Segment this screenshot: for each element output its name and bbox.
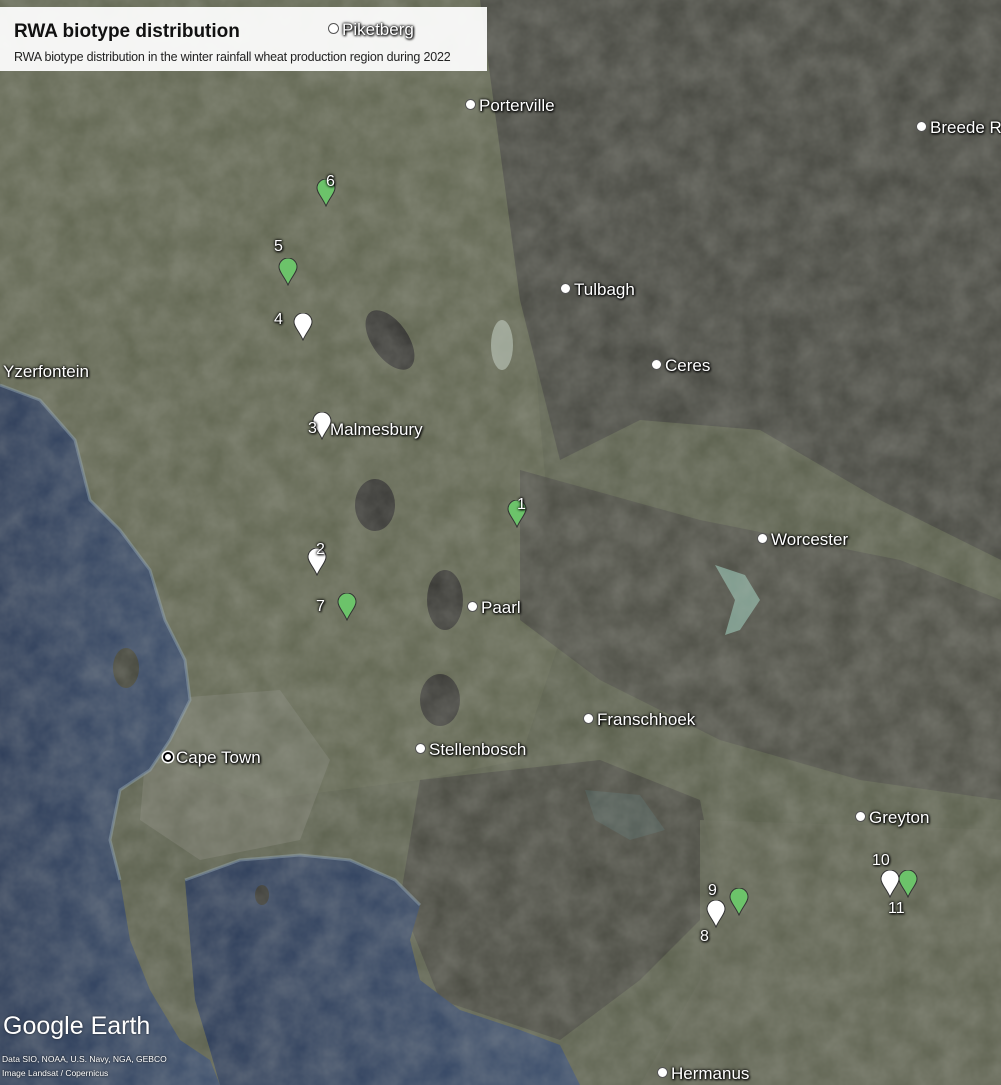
place-porterville[interactable]: Porterville bbox=[465, 96, 555, 116]
place-dot-icon bbox=[328, 23, 339, 34]
place-yzerfontein[interactable]: Yzerfontein bbox=[3, 362, 89, 382]
place-franschhoek[interactable]: Franschhoek bbox=[583, 710, 695, 730]
place-breede-river[interactable]: Breede R bbox=[916, 118, 1001, 138]
site-label-7: 7 bbox=[316, 598, 325, 615]
place-dot-icon bbox=[560, 283, 571, 294]
site-marker-5[interactable] bbox=[278, 258, 298, 286]
site-marker-9[interactable] bbox=[729, 888, 749, 916]
place-dot-icon bbox=[855, 811, 866, 822]
place-ceres[interactable]: Ceres bbox=[651, 356, 710, 376]
place-dot-icon bbox=[465, 99, 476, 110]
title-panel: RWA biotype distribution RWA biotype dis… bbox=[0, 7, 487, 71]
place-dot-icon bbox=[657, 1067, 668, 1078]
place-dot-icon bbox=[757, 533, 768, 544]
map-pin-icon bbox=[278, 258, 298, 286]
place-greyton[interactable]: Greyton bbox=[855, 808, 929, 828]
place-worcester[interactable]: Worcester bbox=[757, 530, 848, 550]
site-marker-8[interactable] bbox=[706, 900, 726, 928]
place-dot-icon bbox=[583, 713, 594, 724]
site-label-4: 4 bbox=[274, 311, 283, 328]
site-label-1: 1 bbox=[517, 496, 526, 513]
place-hermanus[interactable]: Hermanus bbox=[657, 1064, 749, 1084]
place-malmesbury[interactable]: Malmesbury bbox=[330, 420, 423, 440]
map-view[interactable]: RWA biotype distribution RWA biotype dis… bbox=[0, 0, 1001, 1085]
site-label-2: 2 bbox=[316, 541, 325, 558]
place-dot-icon bbox=[415, 743, 426, 754]
site-marker-7[interactable] bbox=[337, 593, 357, 621]
place-paarl[interactable]: Paarl bbox=[467, 598, 521, 618]
place-stellenbosch[interactable]: Stellenbosch bbox=[415, 740, 526, 760]
map-subtitle: RWA biotype distribution in the winter r… bbox=[14, 50, 451, 64]
place-piketberg[interactable]: Piketberg bbox=[328, 20, 414, 40]
site-label-11: 11 bbox=[888, 900, 905, 917]
map-pin-icon bbox=[729, 888, 749, 916]
map-title: RWA biotype distribution bbox=[14, 21, 240, 42]
attribution-text: Data SIO, NOAA, U.S. Navy, NGA, GEBCO Im… bbox=[2, 1054, 167, 1078]
place-tulbagh[interactable]: Tulbagh bbox=[560, 280, 635, 300]
capital-dot-icon bbox=[163, 752, 173, 762]
place-dot-icon bbox=[651, 359, 662, 370]
site-label-8: 8 bbox=[700, 928, 709, 945]
site-label-6: 6 bbox=[326, 173, 335, 190]
site-label-3: 3 bbox=[308, 420, 317, 437]
site-marker-4[interactable] bbox=[293, 313, 313, 341]
map-pin-icon bbox=[880, 870, 900, 898]
satellite-terrain bbox=[0, 0, 1001, 1085]
site-marker-11[interactable] bbox=[898, 870, 918, 898]
google-earth-logo: Google Earth bbox=[3, 1012, 151, 1040]
site-label-9: 9 bbox=[708, 882, 717, 899]
site-label-5: 5 bbox=[274, 238, 283, 255]
map-pin-icon bbox=[706, 900, 726, 928]
site-label-10: 10 bbox=[872, 852, 890, 869]
map-pin-icon bbox=[898, 870, 918, 898]
place-dot-icon bbox=[467, 601, 478, 612]
site-marker-10[interactable] bbox=[880, 870, 900, 898]
map-pin-icon bbox=[293, 313, 313, 341]
place-cape-town[interactable]: Cape Town bbox=[163, 748, 261, 768]
place-dot-icon bbox=[916, 121, 927, 132]
map-pin-icon bbox=[337, 593, 357, 621]
